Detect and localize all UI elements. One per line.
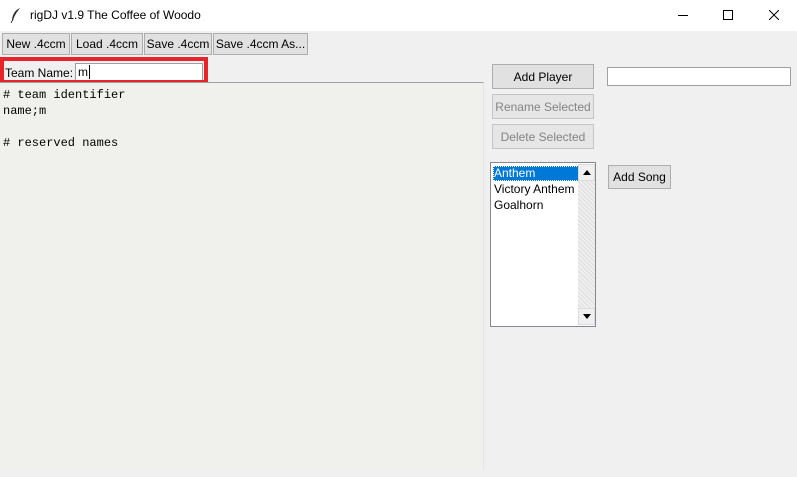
song-listbox[interactable]: Anthem Victory Anthem Goalhorn [490, 162, 596, 327]
list-item-anthem[interactable]: Anthem [493, 166, 579, 181]
rename-selected-button[interactable]: Rename Selected [492, 94, 594, 119]
close-icon [768, 9, 780, 23]
triangle-up-icon [582, 168, 591, 177]
close-button[interactable] [751, 0, 797, 31]
maximize-button[interactable] [705, 0, 751, 31]
add-song-button[interactable]: Add Song [608, 165, 671, 189]
maximize-icon [723, 9, 733, 23]
minimize-icon [678, 9, 688, 23]
save-button[interactable]: Save .4ccm [144, 33, 212, 55]
feather-icon [9, 7, 23, 24]
save-as-button[interactable]: Save .4ccm As... [213, 33, 308, 55]
player-name-input[interactable] [607, 67, 791, 86]
title-bar: rigDJ v1.9 The Coffee of Woodo [0, 0, 797, 31]
load-button[interactable]: Load .4ccm [71, 33, 143, 55]
config-editor[interactable]: # team identifier name;m # reserved name… [0, 82, 484, 470]
triangle-down-icon [582, 312, 591, 321]
song-scrollbar[interactable] [578, 164, 595, 325]
delete-selected-button[interactable]: Delete Selected [492, 124, 594, 149]
scroll-track[interactable] [578, 181, 595, 308]
app-window: rigDJ v1.9 The Coffee of Woodo New .4ccm… [0, 0, 797, 477]
editor-line: # reserved names [3, 136, 119, 150]
editor-line: # team identifier [3, 88, 126, 102]
new-button[interactable]: New .4ccm [2, 33, 70, 55]
minimize-button[interactable] [660, 0, 706, 31]
scroll-down-button[interactable] [578, 308, 595, 325]
scroll-up-button[interactable] [578, 164, 595, 181]
add-player-button[interactable]: Add Player [492, 64, 594, 89]
editor-line: name;m [3, 104, 47, 118]
window-title: rigDJ v1.9 The Coffee of Woodo [30, 8, 201, 22]
highlight-box [0, 57, 208, 84]
list-item-victory-anthem[interactable]: Victory Anthem [493, 182, 579, 197]
list-item-goalhorn[interactable]: Goalhorn [493, 198, 579, 213]
